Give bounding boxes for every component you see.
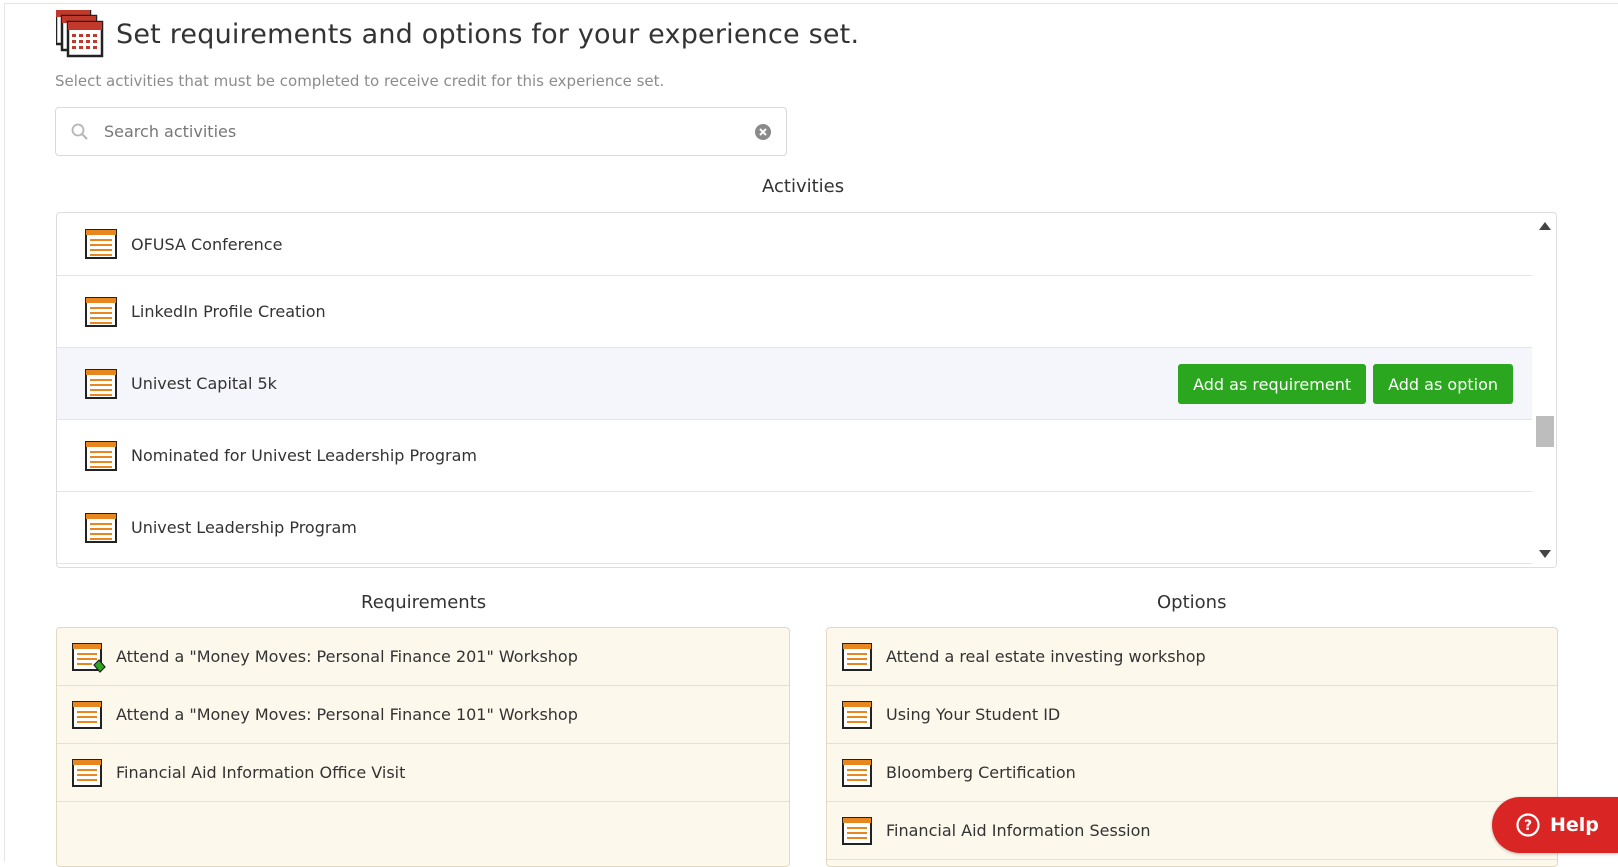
search-box [55,107,787,156]
activity-row[interactable]: Univest Capital 5k Add as requirement Ad… [57,348,1533,420]
activity-actions: Add as requirement Add as option [1178,364,1513,404]
activity-row[interactable]: Nominated for Univest Leadership Program [57,420,1533,492]
activity-row[interactable]: LinkedIn Profile Creation [57,276,1533,348]
option-label: Attend a real estate investing workshop [886,647,1206,666]
activity-label: Univest Leadership Program [131,518,357,537]
activity-row[interactable]: Univest Leadership Program [57,492,1533,564]
activity-icon [85,296,117,327]
requirement-item[interactable]: Attend a "Money Moves: Personal Finance … [57,686,789,744]
requirement-label: Financial Aid Information Office Visit [116,763,406,782]
help-button[interactable]: ? Help [1492,797,1618,853]
activities-scrollbar[interactable] [1532,213,1556,567]
option-item[interactable]: Bloomberg Certification [827,744,1557,802]
requirement-label: Attend a "Money Moves: Personal Finance … [116,647,578,666]
option-item[interactable]: Using Your Student ID [827,686,1557,744]
activity-icon [842,758,872,787]
option-label: Financial Aid Information Session [886,821,1151,840]
activity-icon [842,816,872,845]
activity-icon [85,512,117,543]
left-border [4,3,5,862]
requirements-title: Requirements [361,592,487,613]
scroll-up-arrow-icon[interactable] [1539,222,1551,230]
search-icon [70,122,90,142]
activity-icon [842,642,872,671]
requirement-label: Attend a "Money Moves: Personal Finance … [116,705,578,724]
scrollbar-thumb[interactable] [1536,416,1554,447]
activities-title: Activities [762,176,845,197]
activity-label: OFUSA Conference [131,234,283,254]
activity-icon [85,368,117,399]
search-input[interactable] [102,121,754,142]
add-as-requirement-button[interactable]: Add as requirement [1178,364,1367,404]
page-title: Set requirements and options for your ex… [116,18,860,50]
page-header: Set requirements and options for your ex… [54,8,860,58]
page-subtitle: Select activities that must be completed… [55,72,665,90]
options-list: Attend a real estate investing workshop … [826,627,1558,867]
scroll-down-arrow-icon[interactable] [1539,550,1551,558]
activity-icon [72,700,102,729]
option-item[interactable]: Financial Aid Information Session [827,802,1557,860]
activity-icon [72,758,102,787]
help-label: Help [1550,814,1599,836]
option-label: Bloomberg Certification [886,763,1076,782]
activity-icon [842,700,872,729]
activity-label: Nominated for Univest Leadership Program [131,446,478,465]
question-circle-icon: ? [1516,813,1540,837]
requirement-item[interactable]: Financial Aid Information Office Visit [57,744,789,802]
option-item[interactable]: Attend a real estate investing workshop [827,628,1557,686]
activity-row[interactable]: OFUSA Conference [57,213,1533,276]
option-label: Using Your Student ID [886,705,1061,724]
experience-set-icon [54,8,104,58]
requirements-list: Attend a "Money Moves: Personal Finance … [56,627,790,867]
activity-label: Univest Capital 5k [131,374,277,393]
top-border [4,3,1618,4]
activity-label: LinkedIn Profile Creation [131,302,326,321]
add-as-option-button[interactable]: Add as option [1373,364,1513,404]
clear-search-icon[interactable] [754,123,772,141]
activity-completed-icon [72,642,106,673]
activities-list: OFUSA Conference LinkedIn Profile Creati… [56,212,1557,568]
svg-text:?: ? [1524,818,1532,834]
activity-icon [85,229,117,259]
activity-icon [85,440,117,471]
options-title: Options [1157,592,1227,613]
requirement-item[interactable]: Attend a "Money Moves: Personal Finance … [57,628,789,686]
